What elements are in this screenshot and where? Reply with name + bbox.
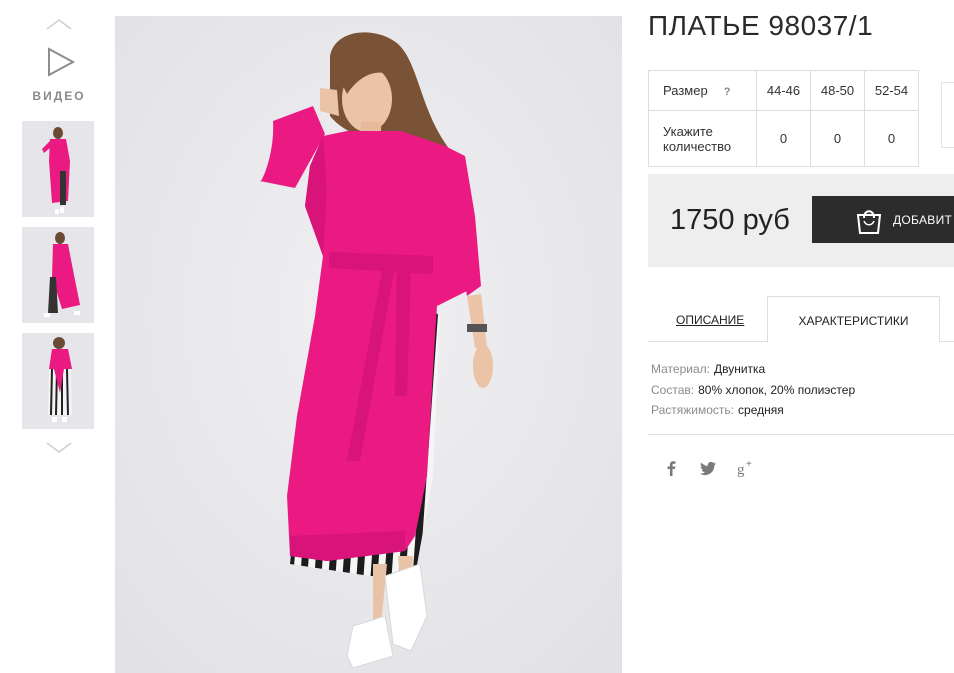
divider: [648, 434, 954, 435]
twitter-icon[interactable]: [698, 458, 718, 478]
quantity-input-1[interactable]: 0: [756, 110, 811, 167]
spec-key: Материал:: [651, 362, 710, 376]
gallery-thumbnail-3[interactable]: [22, 333, 94, 429]
product-title: ПЛАТЬЕ 98037/1: [648, 10, 874, 41]
thumbnail-image-3: [22, 333, 94, 429]
size-option-1: 44-46: [756, 70, 811, 111]
gallery-thumbnail-2[interactable]: [22, 227, 94, 323]
size-quantity-table: Размер? 44-46 48-50 52-54 Укажите количе…: [648, 70, 919, 167]
size-option-3: 52-54: [864, 70, 919, 111]
product-price: 1750 руб: [670, 204, 790, 236]
add-to-cart-label: ДОБАВИТ: [893, 213, 953, 227]
main-product-photo[interactable]: [115, 16, 622, 673]
spec-value: Двунитка: [713, 362, 766, 376]
product-tabs: ОПИСАНИЕ ХАРАКТЕРИСТИКИ: [648, 296, 954, 343]
thumbnail-image-2: [22, 227, 94, 323]
side-panel-edge: [941, 82, 954, 148]
spec-row-material: Материал: Двунитка: [651, 359, 855, 380]
spec-list: Материал: Двунитка Состав: 80% хлопок, 20%…: [651, 359, 855, 421]
play-video-icon[interactable]: [46, 46, 76, 78]
spec-value: средняя: [738, 403, 784, 417]
svg-text:+: +: [746, 459, 752, 470]
spec-key: Растяжимость:: [651, 403, 735, 417]
quantity-input-2[interactable]: 0: [810, 110, 865, 167]
gallery-thumbnail-1[interactable]: [22, 121, 94, 217]
quantity-input-3[interactable]: 0: [864, 110, 919, 167]
tab-characteristics[interactable]: ХАРАКТЕРИСТИКИ: [767, 296, 940, 343]
thumbnail-image-1: [22, 121, 94, 217]
facebook-icon[interactable]: [661, 458, 681, 478]
shopping-bag-icon: [856, 210, 882, 234]
add-to-cart-button[interactable]: ДОБАВИТ: [812, 196, 954, 243]
quantity-label-cell: Укажите количество: [648, 110, 757, 167]
gallery-down-arrow-icon[interactable]: [45, 440, 73, 454]
svg-text:g: g: [737, 462, 745, 478]
quantity-label-line2: количество: [663, 138, 732, 154]
size-header-cell: Размер?: [648, 70, 757, 111]
spec-row-stretch: Растяжимость: средняя: [651, 400, 855, 421]
dress-model-image: [115, 16, 622, 673]
spec-value: 80% хлопок, 20% полиэстер: [698, 382, 856, 397]
quantity-label-line1: Укажите: [663, 123, 713, 139]
video-label[interactable]: ВИДЕО: [22, 89, 96, 103]
size-option-2: 48-50: [810, 70, 865, 111]
tab-description[interactable]: ОПИСАНИЕ: [676, 313, 744, 327]
size-help-icon[interactable]: ?: [724, 86, 731, 98]
spec-key: Состав:: [651, 382, 695, 397]
spec-row-composition: Состав: 80% хлопок, 20% полиэстер: [651, 380, 855, 401]
gallery-up-arrow-icon[interactable]: [45, 17, 73, 31]
google-plus-icon[interactable]: g +: [736, 458, 756, 478]
price-box: 1750 руб ДОБАВИТ: [648, 174, 954, 267]
size-header-label: Размер: [663, 83, 708, 98]
